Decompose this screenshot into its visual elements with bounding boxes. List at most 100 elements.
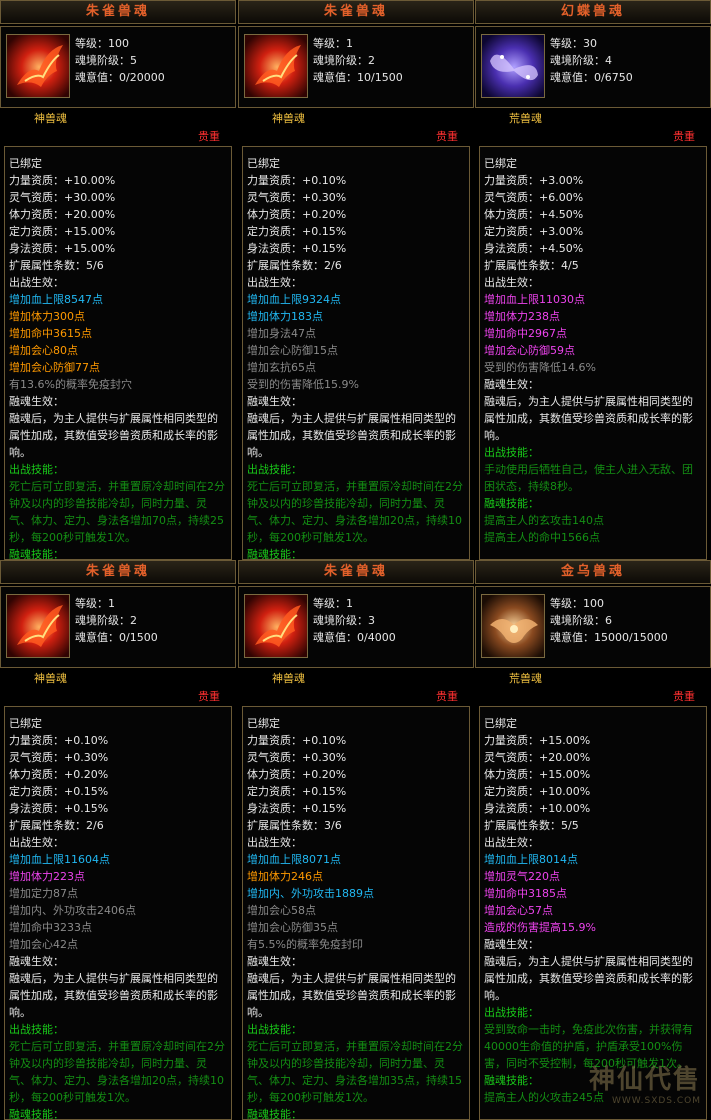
attribute-panel: 已绑定 力量资质：+3.00% 灵气资质：+6.00% 体力资质：+4.50% 定力资质… [479, 146, 707, 560]
attribute-line: 增加会心57点 [484, 904, 553, 917]
soul-type: 神兽魂 [34, 112, 67, 125]
pet-soul-card: 金乌兽魂 等级：100 魂境阶级：6 魂意值：15000/15000 荒兽魂 贵重 已绑定力… [475, 560, 711, 1120]
rarity-badge: 贵重 [436, 130, 458, 143]
attribute-line: 定力资质：+0.15% [247, 225, 347, 238]
attribute-line: 增加体力238点 [484, 310, 560, 323]
vermilion-bird-icon [6, 34, 70, 98]
attribute-line: 造成的伤害提高15.9% [484, 921, 596, 934]
attribute-line: 灵气资质：+0.30% [247, 751, 347, 764]
attribute-line: 死亡后可立即复活，并重置原冷却时间在2分钟及以内的珍兽技能冷却，同时力量、灵气、… [247, 1040, 463, 1104]
attribute-line: 手动使用后牺牲自己，使主人进入无敌、团困状态，持续8秒。 [484, 463, 693, 493]
attribute-line: 有13.6%的概率免疫封穴 [9, 378, 132, 391]
attribute-line: 融魂后，为主人提供与扩展属性相同类型的属性加成，其数值受珍兽资质和成长率的影响。 [484, 395, 693, 442]
card-summary: 等级：30 魂境阶级：4 魂意值：0/6750 [475, 26, 711, 108]
card-title: 朱雀兽魂 [0, 0, 236, 24]
attribute-line: 增加会心防御35点 [247, 921, 338, 934]
attribute-panel: 已绑定 力量资质：+0.10% 灵气资质：+0.30% 体力资质：+0.20% 定力资质… [4, 706, 232, 1120]
soul-type: 荒兽魂 [509, 112, 542, 125]
attribute-line: 出战生效： [484, 836, 539, 849]
attribute-line: 身法资质：+10.00% [484, 802, 591, 815]
rarity-badge: 贵重 [198, 690, 220, 703]
attribute-line: 出战生效： [247, 836, 302, 849]
attribute-line: 融魂后，为主人提供与扩展属性相同类型的属性加成，其数值受珍兽资质和成长率的影响。 [9, 972, 218, 1019]
level-text: 等级：1 [313, 597, 353, 610]
attribute-line: 融魂生效： [247, 395, 302, 408]
attribute-line: 出战技能： [9, 1023, 64, 1036]
attribute-line: 力量资质：+0.10% [9, 734, 109, 747]
attribute-line: 出战生效： [9, 836, 64, 849]
watermark-url: WWW.SXDS.COM [611, 1096, 701, 1106]
will-value-text: 魂意值：15000/15000 [550, 631, 668, 644]
attribute-line: 增加血上限8071点 [247, 853, 341, 866]
watermark: 神仙代售 WWW.SXDS.COM [589, 1059, 701, 1106]
attribute-line: 融魂技能： [247, 548, 302, 560]
attribute-line: 体力资质：+0.20% [247, 768, 347, 781]
soul-type: 神兽魂 [272, 112, 305, 125]
attribute-line: 扩展属性条数：2/6 [247, 259, 342, 272]
attribute-line: 体力资质：+20.00% [9, 208, 116, 221]
attribute-line: 定力资质：+0.15% [247, 785, 347, 798]
attribute-line: 已绑定 [247, 157, 280, 170]
attribute-line: 融魂技能： [9, 548, 64, 560]
pet-soul-card: 朱雀兽魂 等级：100 魂境阶级：5 魂意值：0/20000 神兽魂 贵重 已绑定 力量资质：… [0, 0, 236, 560]
attribute-line: 定力资质：+3.00% [484, 225, 584, 238]
attribute-line: 有5.5%的概率免疫封印 [247, 938, 363, 951]
attribute-line: 增加灵气220点 [484, 870, 560, 883]
attribute-line: 融魂后，为主人提供与扩展属性相同类型的属性加成，其数值受珍兽资质和成长率的影响。 [484, 955, 693, 1002]
attribute-line: 定力资质：+0.15% [9, 785, 109, 798]
tier-text: 魂境阶级：3 [313, 614, 375, 627]
attribute-line: 死亡后可立即复活，并重置原冷却时间在2分钟及以内的珍兽技能冷却，同时力量、灵气、… [9, 1040, 225, 1104]
attribute-line: 增加体力300点 [9, 310, 85, 323]
attribute-line: 增加会心防御77点 [9, 361, 100, 374]
attribute-line: 融魂生效： [9, 955, 64, 968]
attribute-line: 出战技能： [484, 1006, 539, 1019]
level-text: 等级：1 [75, 597, 115, 610]
attribute-line: 出战技能： [247, 463, 302, 476]
attribute-line: 身法资质：+0.15% [247, 242, 347, 255]
attribute-line: 灵气资质：+0.30% [247, 191, 347, 204]
attribute-line: 身法资质：+0.15% [9, 802, 109, 815]
attribute-line: 出战生效： [484, 276, 539, 289]
card-summary: 等级：100 魂境阶级：6 魂意值：15000/15000 [475, 586, 711, 668]
attribute-line: 扩展属性条数：2/6 [9, 819, 104, 832]
attribute-line: 增加体力246点 [247, 870, 323, 883]
attribute-line: 已绑定 [9, 717, 42, 730]
attribute-line: 定力资质：+15.00% [9, 225, 116, 238]
attribute-line: 提高主人的玄攻击140点 [484, 514, 604, 527]
attribute-line: 融魂生效： [484, 378, 539, 391]
attribute-line: 体力资质：+0.20% [9, 768, 109, 781]
attribute-line: 死亡后可立即复活，并重置原冷却时间在2分钟及以内的珍兽技能冷却，同时力量、灵气、… [247, 480, 463, 544]
attribute-line: 身法资质：+4.50% [484, 242, 584, 255]
attribute-line: 增加血上限9324点 [247, 293, 341, 306]
card-summary: 等级：1 魂境阶级：3 魂意值：0/4000 [238, 586, 474, 668]
attribute-line: 融魂后，为主人提供与扩展属性相同类型的属性加成，其数值受珍兽资质和成长率的影响。 [9, 412, 218, 459]
attribute-line: 增加命中3185点 [484, 887, 567, 900]
pet-soul-card: 幻蝶兽魂 等级：30 魂境阶级：4 魂意值：0/6750 荒兽魂 贵重 已绑定 力量资质：+3… [475, 0, 711, 560]
attribute-line: 扩展属性条数：4/5 [484, 259, 579, 272]
will-value-text: 魂意值：0/20000 [75, 71, 165, 84]
attribute-line: 受到的伤害降低15.9% [247, 378, 359, 391]
rarity-badge: 贵重 [673, 130, 695, 143]
attribute-line: 已绑定 [484, 717, 517, 730]
soul-type: 神兽魂 [272, 672, 305, 685]
soul-type: 荒兽魂 [509, 672, 542, 685]
attribute-panel: 已绑定 力量资质：+0.10% 灵气资质：+0.30% 体力资质：+0.20% 定力资质… [242, 146, 470, 560]
level-text: 等级：30 [550, 37, 597, 50]
attribute-line: 体力资质：+4.50% [484, 208, 584, 221]
attribute-line: 融魂生效： [247, 955, 302, 968]
attribute-line: 增加内、外功攻击2406点 [9, 904, 136, 917]
vermilion-bird-icon [244, 594, 308, 658]
attribute-line: 扩展属性条数：5/5 [484, 819, 579, 832]
card-summary: 等级：100 魂境阶级：5 魂意值：0/20000 [0, 26, 236, 108]
will-value-text: 魂意值：0/6750 [550, 71, 633, 84]
attribute-line: 出战生效： [247, 276, 302, 289]
card-title: 朱雀兽魂 [238, 560, 474, 584]
attribute-line: 增加命中3615点 [9, 327, 92, 340]
attribute-line: 融魂生效： [484, 938, 539, 951]
card-title: 朱雀兽魂 [238, 0, 474, 24]
attribute-line: 增加命中3233点 [9, 921, 92, 934]
pet-soul-card: 朱雀兽魂 等级：1 魂境阶级：2 魂意值：0/1500 神兽魂 贵重 已绑定 力量资质：+0.… [0, 560, 236, 1120]
attribute-line: 融魂技能： [9, 1108, 64, 1120]
attribute-panel: 已绑定 力量资质：+0.10% 灵气资质：+0.30% 体力资质：+0.20% 定力资质… [242, 706, 470, 1120]
soul-type: 神兽魂 [34, 672, 67, 685]
